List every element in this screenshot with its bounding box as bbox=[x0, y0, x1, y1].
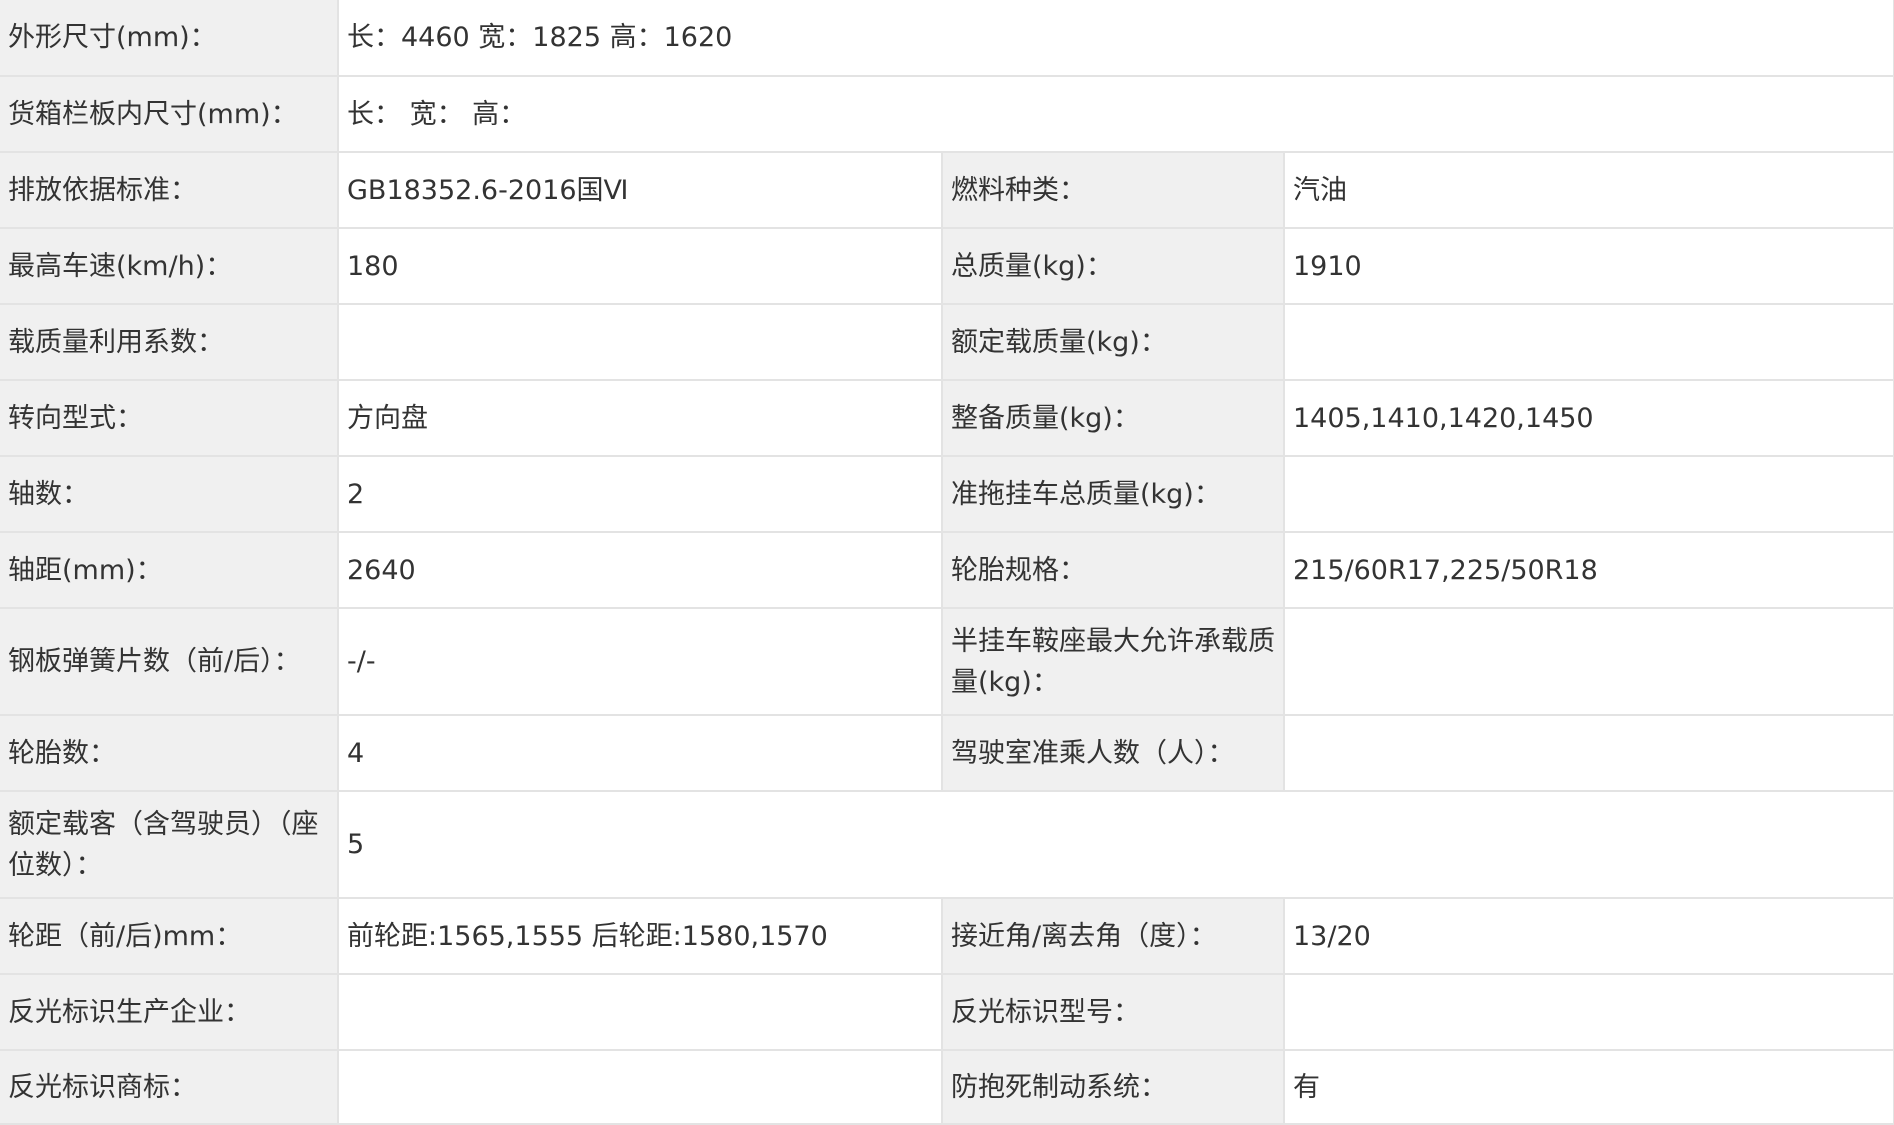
label-tire-spec: 轮胎规格： bbox=[942, 532, 1285, 609]
value-cab-passenger-capacity bbox=[1284, 715, 1894, 792]
spec-row: 额定载客（含驾驶员）（座位数）： 5 bbox=[0, 791, 1894, 899]
label-wheelbase: 轴距(mm)： bbox=[0, 532, 339, 609]
value-track-width: 前轮距:1565,1555 后轮距:1580,1570 bbox=[338, 898, 943, 975]
spec-row-cargo-box: 货箱栏板内尺寸(mm)： 长： 宽： 高： bbox=[0, 76, 1894, 153]
label-cargo-box-dimensions: 货箱栏板内尺寸(mm)： bbox=[0, 76, 339, 153]
label-reflective-marking-manufacturer: 反光标识生产企业： bbox=[0, 974, 339, 1051]
value-fuel-type: 汽油 bbox=[1284, 152, 1894, 229]
label-tire-count: 轮胎数： bbox=[0, 715, 339, 792]
label-abs-system: 防抱死制动系统： bbox=[942, 1050, 1285, 1125]
label-overall-dimensions: 外形尺寸(mm)： bbox=[0, 0, 339, 77]
value-tire-count: 4 bbox=[338, 715, 943, 792]
label-cab-passenger-capacity: 驾驶室准乘人数（人）： bbox=[942, 715, 1285, 792]
spec-row: 反光标识商标： 防抱死制动系统： 有 bbox=[0, 1050, 1894, 1125]
value-tire-spec: 215/60R17,225/50R18 bbox=[1284, 532, 1894, 609]
spec-row: 最高车速(km/h)： 180 总质量(kg)： 1910 bbox=[0, 228, 1894, 305]
value-rated-load-mass bbox=[1284, 304, 1894, 381]
value-axle-count: 2 bbox=[338, 456, 943, 533]
value-load-utilization-coefficient bbox=[338, 304, 943, 381]
value-overall-dimensions: 长：4460 宽：1825 高：1620 bbox=[338, 0, 1894, 77]
label-rated-passengers: 额定载客（含驾驶员）（座位数）： bbox=[0, 791, 339, 899]
value-emission-standard: GB18352.6-2016国Ⅵ bbox=[338, 152, 943, 229]
value-trailer-gross-mass bbox=[1284, 456, 1894, 533]
spec-row: 轮距（前/后)mm： 前轮距:1565,1555 后轮距:1580,1570 接… bbox=[0, 898, 1894, 975]
value-reflective-marking-model bbox=[1284, 974, 1894, 1051]
label-max-speed: 最高车速(km/h)： bbox=[0, 228, 339, 305]
label-emission-standard: 排放依据标准： bbox=[0, 152, 339, 229]
value-curb-mass: 1405,1410,1420,1450 bbox=[1284, 380, 1894, 457]
value-reflective-marking-brand bbox=[338, 1050, 943, 1125]
label-fuel-type: 燃料种类： bbox=[942, 152, 1285, 229]
spec-row: 轴距(mm)： 2640 轮胎规格： 215/60R17,225/50R18 bbox=[0, 532, 1894, 609]
spec-row: 反光标识生产企业： 反光标识型号： bbox=[0, 974, 1894, 1051]
spec-row: 载质量利用系数： 额定载质量(kg)： bbox=[0, 304, 1894, 381]
value-rated-passengers: 5 bbox=[338, 791, 1894, 899]
vehicle-spec-table: 外形尺寸(mm)： 长：4460 宽：1825 高：1620 货箱栏板内尺寸(m… bbox=[0, 0, 1894, 1125]
label-reflective-marking-brand: 反光标识商标： bbox=[0, 1050, 339, 1125]
label-approach-departure-angle: 接近角/离去角（度）： bbox=[942, 898, 1285, 975]
label-trailer-gross-mass: 准拖挂车总质量(kg)： bbox=[942, 456, 1285, 533]
spec-row: 轮胎数： 4 驾驶室准乘人数（人）： bbox=[0, 715, 1894, 792]
value-wheelbase: 2640 bbox=[338, 532, 943, 609]
value-leaf-spring-count: -/- bbox=[338, 608, 943, 716]
value-approach-departure-angle: 13/20 bbox=[1284, 898, 1894, 975]
label-reflective-marking-model: 反光标识型号： bbox=[942, 974, 1285, 1051]
value-gross-mass: 1910 bbox=[1284, 228, 1894, 305]
value-steering-type: 方向盘 bbox=[338, 380, 943, 457]
label-curb-mass: 整备质量(kg)： bbox=[942, 380, 1285, 457]
spec-row: 排放依据标准： GB18352.6-2016国Ⅵ 燃料种类： 汽油 bbox=[0, 152, 1894, 229]
label-leaf-spring-count: 钢板弹簧片数（前/后）： bbox=[0, 608, 339, 716]
spec-row: 轴数： 2 准拖挂车总质量(kg)： bbox=[0, 456, 1894, 533]
label-gross-mass: 总质量(kg)： bbox=[942, 228, 1285, 305]
label-axle-count: 轴数： bbox=[0, 456, 339, 533]
label-track-width: 轮距（前/后)mm： bbox=[0, 898, 339, 975]
label-steering-type: 转向型式： bbox=[0, 380, 339, 457]
spec-row: 钢板弹簧片数（前/后）： -/- 半挂车鞍座最大允许承载质量(kg)： bbox=[0, 608, 1894, 716]
label-rated-load-mass: 额定载质量(kg)： bbox=[942, 304, 1285, 381]
spec-row-dimensions: 外形尺寸(mm)： 长：4460 宽：1825 高：1620 bbox=[0, 0, 1894, 77]
value-cargo-box-dimensions: 长： 宽： 高： bbox=[338, 76, 1894, 153]
value-reflective-marking-manufacturer bbox=[338, 974, 943, 1051]
spec-row: 转向型式： 方向盘 整备质量(kg)： 1405,1410,1420,1450 bbox=[0, 380, 1894, 457]
value-abs-system: 有 bbox=[1284, 1050, 1894, 1125]
value-max-speed: 180 bbox=[338, 228, 943, 305]
label-load-utilization-coefficient: 载质量利用系数： bbox=[0, 304, 339, 381]
value-fifth-wheel-max-load bbox=[1284, 608, 1894, 716]
label-fifth-wheel-max-load: 半挂车鞍座最大允许承载质量(kg)： bbox=[942, 608, 1285, 716]
